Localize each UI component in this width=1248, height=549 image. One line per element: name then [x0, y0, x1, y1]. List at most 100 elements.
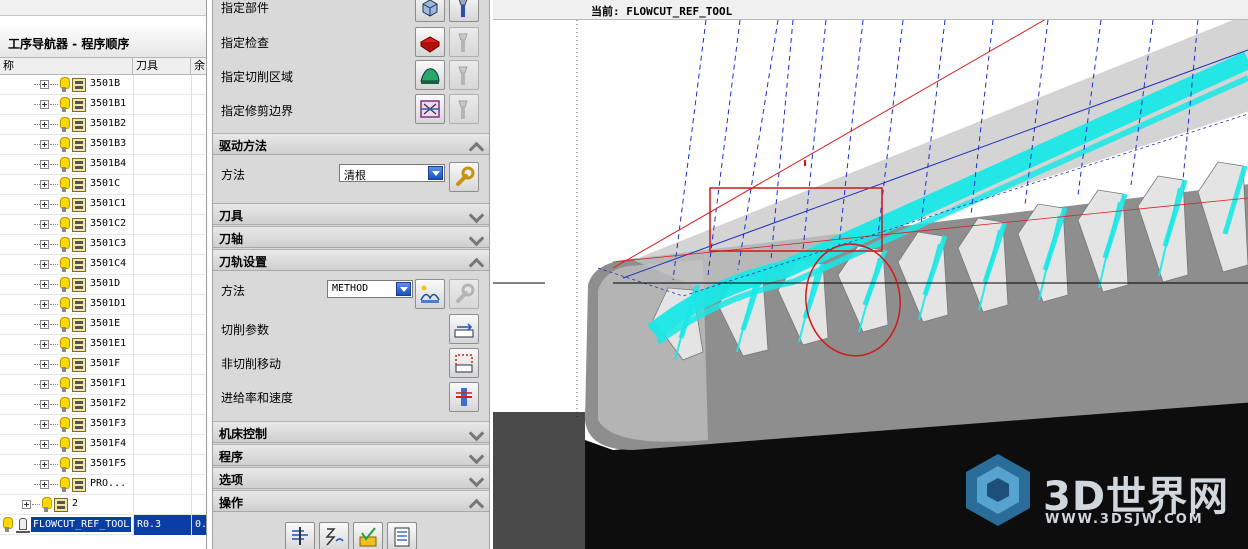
expand-icon[interactable] [40, 80, 49, 89]
section-program[interactable]: 程序 [213, 444, 489, 466]
tree-row[interactable]: 3501F3 [0, 415, 206, 435]
expand-chevron-icon[interactable] [470, 472, 484, 486]
tree-row[interactable]: 3501B [0, 75, 206, 95]
expand-icon[interactable] [40, 380, 49, 389]
create-method-button[interactable] [415, 279, 445, 309]
expand-icon[interactable] [40, 480, 49, 489]
expand-icon[interactable] [22, 500, 31, 509]
expand-icon[interactable] [40, 340, 49, 349]
dropdown-arrow-icon[interactable] [428, 166, 443, 180]
column-stock-header[interactable]: 余 [191, 58, 206, 75]
drive-method-select[interactable]: 清根 [339, 164, 445, 182]
tree-connector [50, 164, 58, 165]
tree-row[interactable]: 3501B1 [0, 95, 206, 115]
expand-icon[interactable] [40, 360, 49, 369]
expand-icon[interactable] [40, 200, 49, 209]
feeds-speeds-button[interactable] [449, 382, 479, 412]
list-button[interactable] [387, 522, 417, 549]
non-cutting-moves-label: 非切削移动 [221, 357, 282, 371]
status-bulb-icon [60, 437, 70, 453]
tree-row[interactable]: 3501E1 [0, 335, 206, 355]
expand-icon[interactable] [40, 240, 49, 249]
column-tool-header[interactable]: 刀具 [133, 58, 191, 75]
section-tool-axis[interactable]: 刀轴 [213, 226, 489, 248]
collapse-chevron-icon[interactable] [470, 254, 484, 268]
tree-row[interactable]: 3501E [0, 315, 206, 335]
expand-icon[interactable] [40, 160, 49, 169]
collapse-chevron-icon[interactable] [470, 138, 484, 152]
tree-row-selected-operation[interactable]: FLOWCUT_REF_TOOL R0.3 0. [0, 515, 206, 535]
tree-row[interactable]: 3501F [0, 355, 206, 375]
cut-parameters-button[interactable] [449, 314, 479, 344]
display-part-button[interactable] [449, 0, 479, 22]
display-cut-area-button[interactable] [449, 60, 479, 90]
expand-icon[interactable] [40, 440, 49, 449]
non-cutting-moves-button[interactable] [449, 348, 479, 378]
tool-cell [133, 215, 191, 235]
tree-connector [50, 144, 58, 145]
tree-row[interactable]: 3501C1 [0, 195, 206, 215]
tree-row[interactable]: 3501C2 [0, 215, 206, 235]
section-machine-control[interactable]: 机床控制 [213, 421, 489, 443]
section-path-settings[interactable]: 刀轨设置 [213, 249, 489, 271]
tree-row[interactable]: 3501F1 [0, 375, 206, 395]
tree-row[interactable]: 3501F4 [0, 435, 206, 455]
expand-icon[interactable] [40, 140, 49, 149]
select-part-button[interactable] [415, 0, 445, 22]
3dsjw-logo-icon [966, 454, 1030, 526]
generate-button[interactable] [285, 522, 315, 549]
geometry-group-icon [72, 198, 86, 212]
dropdown-arrow-icon[interactable] [396, 282, 411, 296]
tree-row[interactable]: 3501C [0, 175, 206, 195]
verify-button[interactable] [353, 522, 383, 549]
tree-row-group[interactable]: 2 [0, 495, 206, 515]
tree-row[interactable]: 3501B3 [0, 135, 206, 155]
tree-row[interactable]: 3501B4 [0, 155, 206, 175]
column-name-header[interactable]: 称 [0, 58, 133, 75]
expand-icon[interactable] [40, 280, 49, 289]
wrench-icon [456, 283, 475, 303]
tool-cell [133, 115, 191, 135]
expand-chevron-icon[interactable] [470, 426, 484, 440]
expand-icon[interactable] [40, 400, 49, 409]
path-method-select[interactable]: METHOD [327, 280, 413, 298]
expand-icon[interactable] [40, 300, 49, 309]
section-options[interactable]: 选项 [213, 467, 489, 489]
select-trim-boundary-button[interactable] [415, 94, 445, 124]
select-cut-area-button[interactable] [415, 60, 445, 90]
tree-connector [50, 364, 58, 365]
tree-connector [50, 124, 58, 125]
tree-row[interactable]: 3501C4 [0, 255, 206, 275]
display-check-button[interactable] [449, 27, 479, 57]
expand-icon[interactable] [40, 320, 49, 329]
expand-icon[interactable] [40, 100, 49, 109]
tree-row[interactable]: 3501C3 [0, 235, 206, 255]
expand-chevron-icon[interactable] [470, 208, 484, 222]
display-trim-boundary-button[interactable] [449, 94, 479, 124]
expand-icon[interactable] [40, 260, 49, 269]
expand-icon[interactable] [40, 120, 49, 129]
expand-chevron-icon[interactable] [470, 231, 484, 245]
expand-icon[interactable] [40, 420, 49, 429]
select-check-button[interactable] [415, 27, 445, 57]
edit-drive-method-button[interactable] [449, 162, 479, 192]
tree-row[interactable]: 3501B2 [0, 115, 206, 135]
section-actions[interactable]: 操作 [213, 490, 489, 512]
edit-method-button[interactable] [449, 279, 479, 309]
section-tool[interactable]: 刀具 [213, 203, 489, 225]
tree-row[interactable]: PRO... [0, 475, 206, 495]
expand-chevron-icon[interactable] [470, 449, 484, 463]
tree-item-label: 3501E [90, 318, 121, 329]
expand-icon[interactable] [40, 220, 49, 229]
tree-row[interactable]: 3501F5 [0, 455, 206, 475]
collapse-chevron-icon[interactable] [470, 495, 484, 509]
expand-icon[interactable] [40, 180, 49, 189]
expand-icon[interactable] [40, 460, 49, 469]
tree-row[interactable]: 3501D1 [0, 295, 206, 315]
graphics-window[interactable]: 当前: FLOWCUT_REF_TOOL 3D世界网 WWW.3DSJW.COM [493, 0, 1248, 549]
replay-button[interactable] [319, 522, 349, 549]
section-title: 选项 [219, 473, 244, 487]
tree-row[interactable]: 3501D [0, 275, 206, 295]
section-drive-method[interactable]: 驱动方法 [213, 133, 489, 155]
tree-row[interactable]: 3501F2 [0, 395, 206, 415]
